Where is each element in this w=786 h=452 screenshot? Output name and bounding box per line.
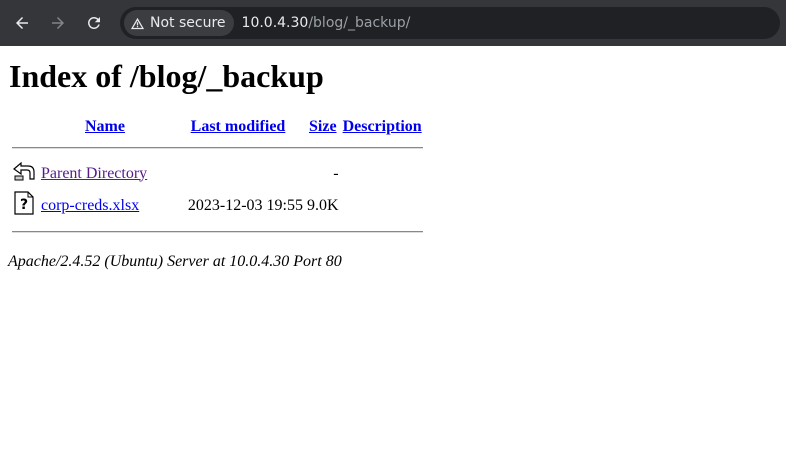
- divider: [12, 147, 423, 149]
- parent-directory-link[interactable]: Parent Directory: [41, 165, 147, 182]
- warning-icon: [130, 17, 145, 29]
- arrow-left-icon: [16, 17, 28, 29]
- divider-row: [12, 139, 423, 157]
- page-content: Index of /blog/_backup Name Last modifie…: [0, 58, 786, 271]
- back-button[interactable]: [4, 5, 40, 41]
- arrow-right-icon: [52, 17, 64, 29]
- modified-cell: [172, 159, 304, 188]
- divider: [12, 231, 423, 233]
- directory-listing: Name Last modified Size Description Pare…: [10, 115, 425, 243]
- description-cell: [342, 159, 423, 188]
- divider-row: [12, 223, 423, 241]
- icon-column-header: [12, 117, 38, 137]
- security-indicator[interactable]: Not secure: [124, 10, 234, 36]
- modified-cell: 2023-12-03 19:55: [187, 196, 303, 214]
- forward-button[interactable]: [40, 5, 76, 41]
- server-signature: Apache/2.4.52 (Ubuntu) Server at 10.0.4.…: [8, 253, 342, 270]
- sort-by-modified-link[interactable]: Last modified: [191, 118, 286, 135]
- unknown-file-icon: ?: [14, 191, 34, 215]
- reload-icon: [87, 16, 100, 29]
- url-host: 10.0.4.30: [241, 15, 309, 31]
- url-path: /blog/_backup/: [308, 15, 411, 31]
- back-folder-icon: [13, 161, 35, 181]
- sort-by-size-link[interactable]: Size: [309, 118, 337, 135]
- size-cell: 9.0K: [307, 196, 339, 214]
- table-row: ? corp-creds.xlsx 2023-12-03 19:55 9.0K: [12, 190, 423, 221]
- svg-text:?: ?: [20, 197, 28, 213]
- description-cell: [342, 190, 423, 221]
- browser-toolbar: Not secure 10.0.4.30/blog/_backup/: [0, 0, 786, 46]
- size-cell: -: [333, 164, 339, 182]
- url-text[interactable]: 10.0.4.30/blog/_backup/: [242, 15, 411, 31]
- file-link[interactable]: corp-creds.xlsx: [41, 197, 139, 214]
- sort-by-description-link[interactable]: Description: [343, 118, 422, 135]
- security-label: Not secure: [150, 15, 226, 31]
- table-header-row: Name Last modified Size Description: [12, 117, 423, 137]
- table-row: Parent Directory -: [12, 159, 423, 188]
- address-bar[interactable]: Not secure 10.0.4.30/blog/_backup/: [120, 7, 780, 39]
- reload-button[interactable]: [76, 5, 112, 41]
- page-title: Index of /blog/_backup: [9, 58, 324, 94]
- sort-by-name-link[interactable]: Name: [85, 118, 125, 135]
